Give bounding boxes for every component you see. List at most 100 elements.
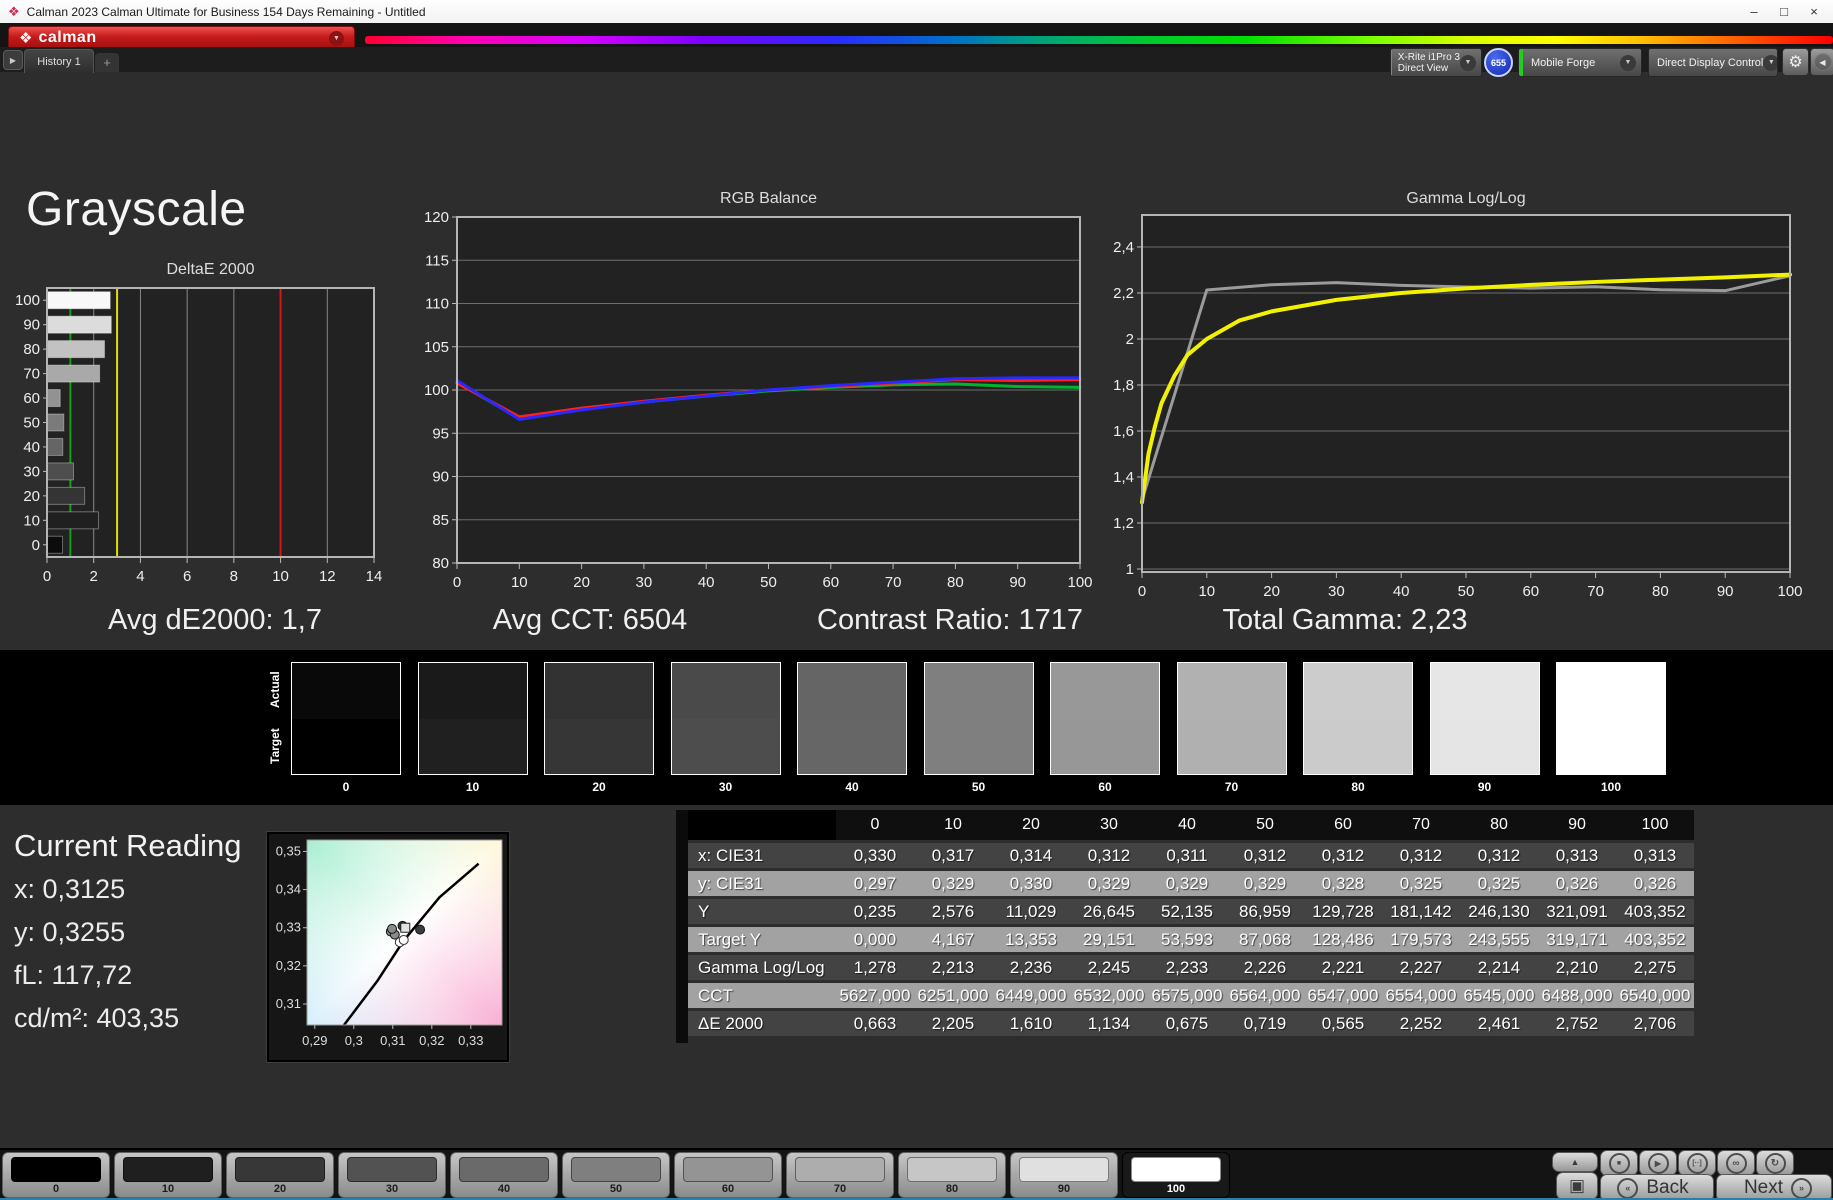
svg-text:80: 80	[1652, 583, 1669, 600]
tab-history-1[interactable]: History 1	[24, 49, 94, 73]
current-reading-title: Current Reading	[14, 828, 242, 863]
collapse-panel-button[interactable]: ◀	[1810, 48, 1833, 76]
svg-text:10: 10	[23, 512, 40, 529]
patch-label: 60	[721, 1183, 735, 1195]
table-row-label: Gamma Log/Log	[688, 955, 836, 980]
table-cell: 0,314	[992, 843, 1070, 868]
svg-text:40: 40	[23, 439, 40, 456]
swatch-band: Actual Target 0 10 20 30 40 50 60 70 80 90 100	[0, 650, 1833, 805]
maximize-button[interactable]: □	[1769, 0, 1799, 23]
current-reading-cdm2: cd/m²: 403,35	[14, 1003, 180, 1033]
table-cell: 1,134	[1070, 1011, 1148, 1036]
next-button[interactable]: Next »	[1716, 1174, 1832, 1200]
patch-label: 80	[945, 1183, 959, 1195]
level-patch-button[interactable]: 30	[338, 1152, 446, 1198]
table-cell: 1,610	[992, 1011, 1070, 1036]
page-title: Grayscale	[26, 183, 247, 236]
swatch-target	[1177, 718, 1286, 774]
svg-text:100: 100	[1067, 574, 1092, 591]
table-column-header: 70	[1382, 810, 1460, 840]
table-cell: 2,275	[1616, 955, 1694, 980]
chevron-down-icon[interactable]: ▼	[1460, 54, 1476, 71]
svg-text:50: 50	[23, 415, 40, 432]
level-patch-button[interactable]: 0	[2, 1152, 110, 1198]
svg-text:80: 80	[947, 574, 964, 591]
table-cell: 6540,000	[1616, 983, 1694, 1008]
swatch-actual	[1177, 663, 1286, 719]
swatch-level-label: 0	[342, 780, 350, 794]
svg-text:14: 14	[366, 568, 383, 585]
gear-icon: ⚙	[1788, 54, 1803, 71]
table-cell: 0,312	[1070, 843, 1148, 868]
svg-text:115: 115	[425, 252, 449, 269]
level-patch-button[interactable]: 90	[1010, 1152, 1118, 1198]
table-cell: 2,210	[1538, 955, 1616, 980]
source-dropdown[interactable]: Mobile Forge ▼	[1518, 48, 1642, 77]
minimize-button[interactable]: –	[1739, 0, 1769, 23]
chevron-down-icon[interactable]: ▼	[1763, 54, 1777, 71]
level-patch-button[interactable]: 40	[450, 1152, 558, 1198]
back-button[interactable]: « Back	[1600, 1174, 1714, 1200]
close-button[interactable]: ×	[1799, 0, 1829, 23]
actual-axis-label: Actual	[268, 671, 282, 709]
display-control-dropdown[interactable]: Direct Display Control ▼	[1648, 48, 1778, 77]
svg-text:1,8: 1,8	[1113, 377, 1134, 394]
table-cell: 6575,000	[1148, 983, 1226, 1008]
table-cell: 0,675	[1148, 1011, 1226, 1036]
pattern-up-button[interactable]: ▲	[1552, 1152, 1598, 1172]
swatch-level-label: 100	[1600, 780, 1622, 794]
swatch-actual	[1304, 663, 1412, 719]
table-column-header: 100	[1616, 810, 1694, 840]
level-patch-button[interactable]: 70	[786, 1152, 894, 1198]
table-cell: 0,329	[1148, 871, 1226, 896]
table-cell: 0,311	[1148, 843, 1226, 868]
svg-text:10: 10	[511, 574, 528, 591]
svg-text:110: 110	[425, 296, 449, 313]
table-cell: 403,352	[1616, 927, 1694, 952]
transport-refresh-button[interactable]: ↻	[1756, 1150, 1794, 1176]
transport-stop-button[interactable]: ■	[1600, 1150, 1638, 1176]
svg-text:40: 40	[698, 574, 715, 591]
svg-text:100: 100	[424, 382, 449, 399]
deltae-chart: DeltaE 2000 0 10 20 30 40 50 60 70 80 90 100 0 2 4 6 8 10…	[10, 258, 390, 598]
transport-play-button[interactable]: ▶	[1639, 1150, 1677, 1176]
table-column-header: 80	[1460, 810, 1538, 840]
patch-swatch	[683, 1157, 773, 1182]
transport-range-button[interactable]: [··]	[1678, 1150, 1716, 1176]
back-button-label: Back	[1646, 1177, 1689, 1198]
add-tab-button[interactable]: +	[95, 53, 119, 72]
level-patch-button[interactable]: 10	[114, 1152, 222, 1198]
calman-menu-chevron-icon[interactable]: ▼	[329, 30, 344, 46]
level-patch-button[interactable]: 80	[898, 1152, 1006, 1198]
total-gamma-value: Total Gamma: 2,23	[1222, 604, 1468, 636]
rgb-balance-chart: RGB Balance 80 85 90 95 100 105 110 115 120 0 10 20 3…	[420, 185, 1120, 600]
stop-measure-button[interactable]: ▣	[1556, 1172, 1598, 1200]
level-patch-button[interactable]: 20	[226, 1152, 334, 1198]
svg-text:2: 2	[90, 568, 98, 585]
chevron-down-icon[interactable]: ▼	[1620, 54, 1636, 71]
swatch-target	[798, 718, 906, 774]
transport-continuous-button[interactable]: ∞	[1717, 1150, 1755, 1176]
grayscale-swatch: 0	[291, 662, 401, 794]
patch-swatch	[11, 1157, 101, 1182]
table-cell: 0,317	[914, 843, 992, 868]
table-cell: 0,313	[1616, 843, 1694, 868]
patch-label: 70	[833, 1183, 847, 1195]
svg-text:0,3: 0,3	[345, 1033, 363, 1048]
tab-scroll-button[interactable]: ▶	[3, 50, 23, 70]
level-patch-button[interactable]: 50	[562, 1152, 670, 1198]
table-cell: 321,091	[1538, 899, 1616, 924]
settings-button[interactable]: ⚙	[1782, 48, 1809, 76]
patch-swatch	[907, 1157, 997, 1182]
level-patch-button[interactable]: 100	[1122, 1152, 1230, 1198]
patch-swatch	[1131, 1157, 1221, 1182]
gamma-chart: Gamma Log/Log 1 1,2 1,4 1,6 1,8 2 2,2 2,4 0 10 20 30…	[1105, 185, 1830, 600]
table-cell: 2,213	[914, 955, 992, 980]
svg-text:0,32: 0,32	[276, 958, 301, 973]
swatch-target	[545, 718, 653, 774]
level-patch-button[interactable]: 60	[674, 1152, 782, 1198]
table-cell: 0,719	[1226, 1011, 1304, 1036]
contrast-ratio-value: Contrast Ratio: 1717	[817, 604, 1083, 636]
svg-text:100: 100	[15, 292, 40, 309]
meter-dropdown[interactable]: X-Rite i1Pro 3 Direct View ▼	[1390, 48, 1482, 77]
